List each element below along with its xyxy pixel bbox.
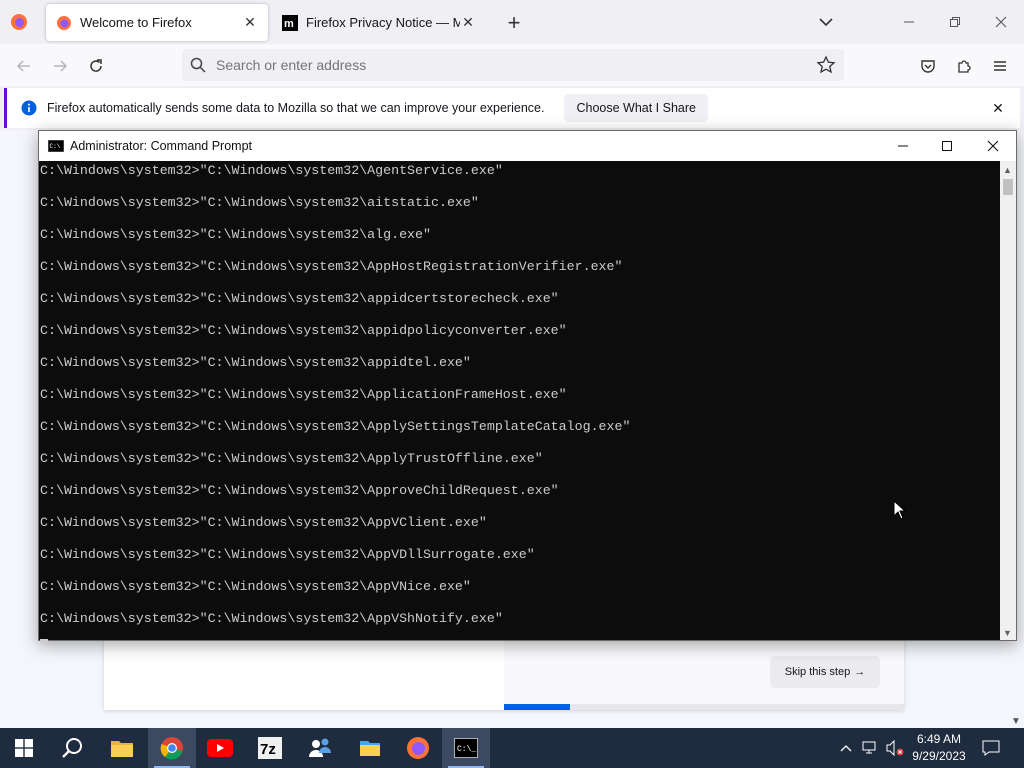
mozilla-favicon-icon: m (282, 14, 298, 31)
volume-muted-icon[interactable] (884, 728, 906, 768)
svg-text:m: m (284, 18, 294, 30)
start-button[interactable] (0, 728, 48, 768)
console-cursor (40, 639, 48, 642)
console-line: C:\Windows\system32>"C:\Windows\system32… (40, 419, 631, 434)
tab-close-icon[interactable]: ✕ (460, 14, 476, 31)
console-line: C:\Windows\system32>"C:\Windows\system32… (40, 227, 431, 242)
console-line: C:\Windows\system32>"C:\Windows\system32… (40, 611, 503, 626)
file-manager-icon (360, 741, 380, 756)
choose-what-i-share-button[interactable]: Choose What I Share (564, 94, 708, 122)
scroll-down-icon[interactable]: ▼ (1011, 716, 1021, 727)
console-line: C:\Windows\system32>"C:\Windows\system32… (40, 259, 623, 274)
console-line: C:\Windows\system32>"C:\Windows\system32… (40, 579, 471, 594)
command-prompt-icon: C:\ (48, 140, 64, 152)
taskbar-search[interactable] (48, 728, 96, 768)
taskbar-youtube[interactable] (196, 728, 244, 768)
taskbar-clock[interactable]: 6:49 AM 9/29/2023 (906, 731, 972, 765)
command-prompt-window[interactable]: C:\ Administrator: Command Prompt C:\Win… (38, 130, 1017, 642)
app-menu-icon[interactable] (986, 52, 1014, 80)
show-hidden-icons-icon[interactable] (836, 728, 856, 768)
pocket-icon[interactable] (914, 52, 942, 80)
clock-time: 6:49 AM (916, 732, 962, 746)
svg-text:C:\_: C:\_ (457, 745, 476, 754)
minimize-icon[interactable] (897, 10, 921, 34)
nav-bar (0, 44, 1024, 86)
back-icon[interactable] (10, 52, 38, 80)
firefox-icon (407, 737, 429, 759)
taskbar: 7z C:\_ 6:49 AM 9/29/2023 (0, 728, 1024, 768)
firefox-view-icon[interactable] (10, 13, 28, 31)
skip-button-label: Skip this step (784, 666, 851, 678)
svg-text:C:\: C:\ (50, 143, 61, 150)
cmd-minimize-icon[interactable] (880, 131, 926, 161)
action-center-icon[interactable] (978, 728, 1004, 768)
tab-title: Welcome to Firefox (80, 15, 192, 30)
list-all-tabs-icon[interactable] (816, 12, 836, 32)
close-notification-icon[interactable]: ✕ (990, 100, 1006, 116)
arrow-right-icon: → (854, 666, 866, 678)
close-window-icon[interactable] (989, 10, 1013, 34)
youtube-icon (207, 739, 233, 757)
notification-message: Firefox automatically sends some data to… (47, 101, 545, 115)
console-line: C:\Windows\system32>"C:\Windows\system32… (40, 195, 479, 210)
svg-text:7z: 7z (260, 741, 276, 758)
folder-icon (111, 741, 133, 757)
bookmark-star-icon[interactable] (816, 55, 836, 75)
taskbar-chrome[interactable] (148, 728, 196, 768)
tab-close-icon[interactable]: ✕ (242, 14, 258, 31)
scroll-up-icon[interactable]: ▲ (1003, 165, 1012, 175)
taskbar-people[interactable] (296, 728, 344, 768)
taskbar-7zip[interactable]: 7z (246, 728, 294, 768)
cmd-scrollbar[interactable]: ▲ ▼ (1000, 161, 1016, 640)
search-icon (62, 738, 82, 758)
cmd-window-title: Administrator: Command Prompt (70, 139, 253, 153)
console-line: C:\Windows\system32>"C:\Windows\system32… (40, 163, 503, 178)
console-line: C:\Windows\system32>"C:\Windows\system32… (40, 515, 487, 530)
tab-welcome[interactable]: Welcome to Firefox ✕ (46, 4, 268, 41)
address-input[interactable] (216, 57, 816, 73)
reload-icon[interactable] (82, 52, 110, 80)
taskbar-file-explorer[interactable] (98, 728, 146, 768)
network-icon[interactable] (860, 728, 882, 768)
data-collection-notification: Firefox automatically sends some data to… (4, 88, 1020, 128)
firefox-favicon-icon (57, 15, 71, 30)
console-line: C:\Windows\system32>"C:\Windows\system32… (40, 483, 559, 498)
tab-title: Firefox Privacy Notice — Mozill (306, 15, 460, 30)
tab-privacy-notice[interactable]: m Firefox Privacy Notice — Mozill ✕ (272, 4, 486, 41)
console-line: C:\Windows\system32>"C:\Windows\system32… (40, 291, 559, 306)
scroll-down-icon[interactable]: ▼ (1003, 628, 1012, 638)
chrome-icon (160, 737, 183, 760)
tab-strip: Welcome to Firefox ✕ m Firefox Privacy N… (0, 0, 1024, 44)
console-output[interactable]: C:\Windows\system32>"C:\Windows\system32… (39, 161, 1000, 640)
info-icon (21, 100, 37, 116)
cmd-close-icon[interactable] (970, 131, 1016, 161)
url-bar[interactable] (182, 49, 844, 81)
console-line: C:\Windows\system32>"C:\Windows\system32… (40, 323, 567, 338)
windows-logo-icon (15, 739, 33, 757)
console-line: C:\Windows\system32>"C:\Windows\system32… (40, 451, 543, 466)
7zip-icon: 7z (258, 737, 282, 759)
search-icon (190, 57, 206, 73)
console-line: C:\Windows\system32>"C:\Windows\system32… (40, 387, 567, 402)
taskbar-firefox[interactable] (394, 728, 442, 768)
onboarding-progress (504, 704, 904, 710)
taskbar-command-prompt[interactable]: C:\_ (442, 728, 490, 768)
clock-date: 9/29/2023 (912, 749, 966, 763)
command-prompt-icon: C:\_ (454, 738, 478, 758)
extensions-icon[interactable] (950, 52, 978, 80)
restore-icon[interactable] (943, 10, 967, 34)
mouse-pointer-icon (893, 500, 907, 520)
new-tab-icon[interactable]: + (502, 10, 526, 35)
console-line: C:\Windows\system32>"C:\Windows\system32… (40, 355, 471, 370)
forward-icon[interactable] (46, 52, 74, 80)
taskbar-files-app[interactable] (346, 728, 394, 768)
console-line: C:\Windows\system32>"C:\Windows\system32… (40, 547, 535, 562)
cmd-maximize-icon[interactable] (924, 131, 970, 161)
cmd-title-bar[interactable]: C:\ Administrator: Command Prompt (39, 131, 1016, 161)
people-icon (309, 738, 331, 757)
onboarding-progress-fill (504, 704, 570, 710)
skip-this-step-button[interactable]: Skip this step → (770, 656, 880, 688)
scroll-thumb[interactable] (1003, 179, 1013, 195)
